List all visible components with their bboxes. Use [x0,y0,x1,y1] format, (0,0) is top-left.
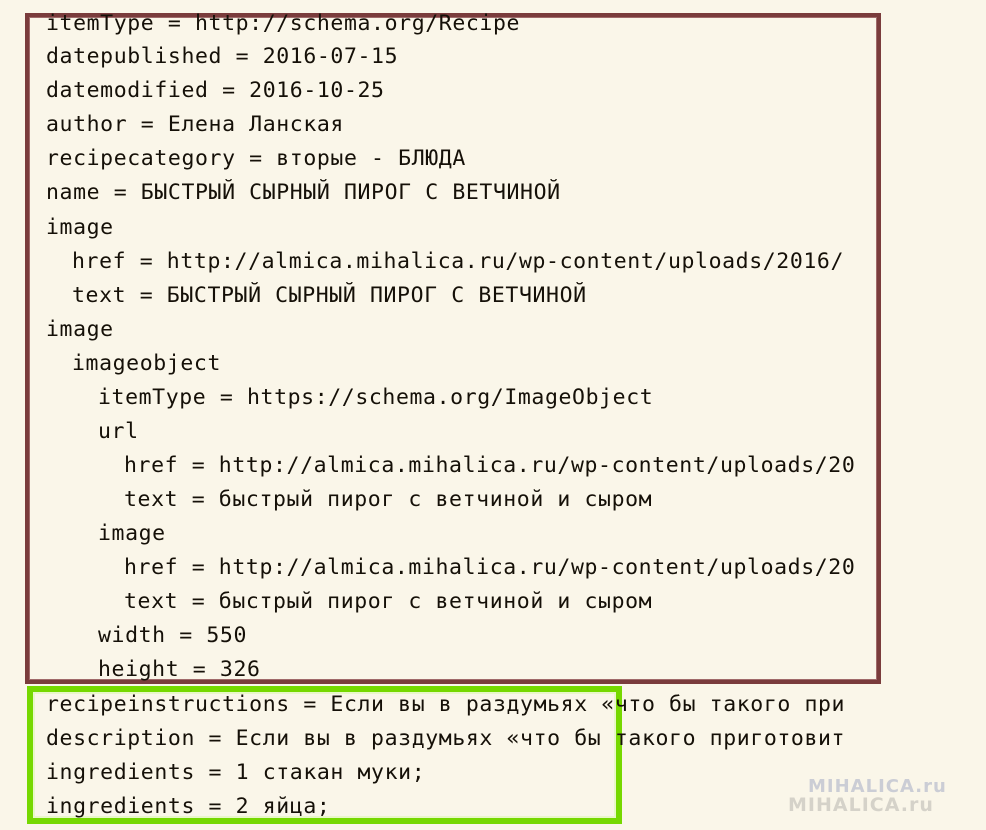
watermark-top-text: MIHALICA.ru [808,776,947,797]
watermark-bottom-text: MIHALICA.ru [788,794,934,816]
instructions-block-highlight [27,686,622,824]
screenshot-canvas: itemType = http://schema.org/Recipe datep… [0,0,986,830]
schema-block-highlight [25,13,881,684]
site-watermark: MIHALICA.ru MIHALICA.ru [786,774,976,822]
